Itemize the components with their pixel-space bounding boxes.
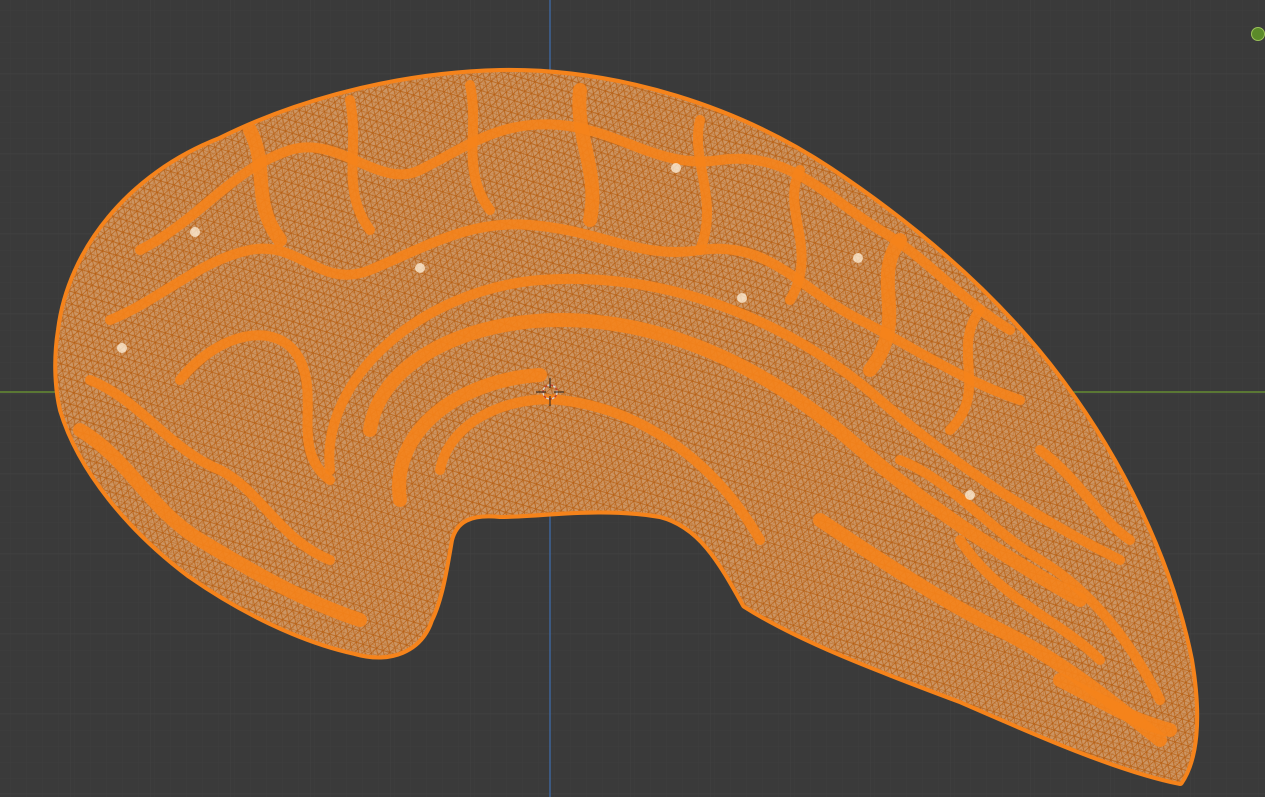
specular-highlight [671, 163, 681, 173]
specular-highlight [415, 263, 425, 273]
viewport-canvas[interactable] [0, 0, 1265, 797]
specular-highlight [853, 253, 863, 263]
specular-highlight [737, 293, 747, 303]
navigation-gizmo-icon[interactable] [1251, 27, 1265, 41]
specular-highlight [117, 343, 127, 353]
specular-highlight [190, 227, 200, 237]
3d-viewport[interactable] [0, 0, 1265, 797]
specular-highlight [965, 490, 975, 500]
